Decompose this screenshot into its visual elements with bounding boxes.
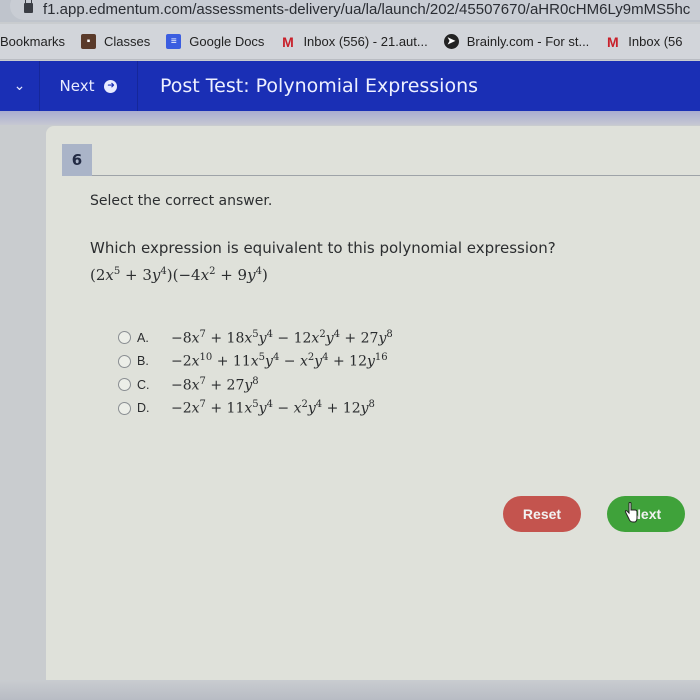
- option-letter: D.: [137, 401, 150, 416]
- option-letter: A.: [137, 330, 149, 345]
- radio-button[interactable]: [118, 354, 131, 368]
- url-text[interactable]: f1.app.edmentum.com/assessments-delivery…: [43, 1, 690, 18]
- screen-bottom-edge: [0, 680, 700, 700]
- bookmark-gmail-inbox[interactable]: M Inbox (556) - 21.aut...: [280, 33, 428, 50]
- radio-button[interactable]: [118, 331, 131, 345]
- menu-toggle-button[interactable]: ⌄: [0, 61, 40, 111]
- option-c[interactable]: C. −8x7 + 27y8: [118, 373, 393, 397]
- option-letter: B.: [137, 354, 149, 369]
- bookmark-google-docs[interactable]: ≡ Google Docs: [166, 34, 264, 49]
- nav-next-label: Next: [59, 77, 95, 95]
- question-panel: 6 Select the correct answer. Which expre…: [46, 126, 700, 700]
- answer-options: A. −8x7 + 18x5y4 − 12x2y4 + 27y8 B. −2x1…: [118, 326, 393, 420]
- bookmarks-bar: Bookmarks ▪ Classes ≡ Google Docs M Inbo…: [0, 24, 700, 60]
- bookmark-brainly[interactable]: ➤ Brainly.com - For st...: [443, 34, 590, 49]
- radio-button[interactable]: [118, 378, 131, 392]
- bookmarks-label[interactable]: Bookmarks: [0, 34, 65, 49]
- lock-icon: [24, 0, 33, 13]
- chevron-down-icon: ⌄: [13, 78, 26, 94]
- reset-button[interactable]: Reset: [503, 496, 581, 532]
- address-bar[interactable]: f1.app.edmentum.com/assessments-delivery…: [10, 0, 700, 20]
- gmail-icon: M: [282, 33, 294, 50]
- nav-next-button[interactable]: Next ➜: [40, 61, 138, 111]
- question-expression: (2x5 + 3y4)(−4x2 + 9y4): [90, 266, 268, 284]
- gmail-icon: M: [606, 33, 619, 50]
- bookmark-label: Inbox (556) - 21.aut...: [303, 34, 428, 49]
- arrow-right-circle-icon: ➜: [104, 79, 118, 93]
- question-header: 6: [62, 144, 700, 176]
- bookmark-label: Brainly.com - For st...: [466, 34, 590, 49]
- option-d[interactable]: D. −2x7 + 11x5y4 − x2y4 + 12y8: [118, 397, 393, 421]
- question-number: 6: [62, 144, 92, 176]
- radio-button[interactable]: [118, 401, 131, 415]
- option-text: −8x7 + 18x5y4 − 12x2y4 + 27y8: [171, 328, 393, 347]
- question-prompt: Which expression is equivalent to this p…: [90, 239, 556, 257]
- question-instruction: Select the correct answer.: [90, 193, 273, 209]
- option-text: −2x10 + 11x5y4 − x2y4 + 12y16: [171, 352, 388, 371]
- classroom-icon: ▪: [81, 34, 97, 49]
- option-letter: C.: [137, 377, 150, 392]
- bookmark-label: Classes: [104, 34, 151, 49]
- navbar-shadow: [0, 111, 700, 125]
- option-text: −2x7 + 11x5y4 − x2y4 + 12y8: [171, 399, 375, 418]
- address-bar-area: f1.app.edmentum.com/assessments-delivery…: [0, 0, 700, 22]
- next-button[interactable]: Next: [607, 496, 685, 532]
- hand-cursor-icon: [624, 502, 638, 523]
- app-navbar: ⌄ Next ➜ Post Test: Polynomial Expressio…: [0, 61, 700, 111]
- brainly-icon: ➤: [443, 34, 459, 49]
- bookmark-classes[interactable]: ▪ Classes: [81, 34, 150, 49]
- option-b[interactable]: B. −2x10 + 11x5y4 − x2y4 + 12y16: [118, 350, 393, 374]
- page-title: Post Test: Polynomial Expressions: [160, 75, 479, 97]
- option-text: −8x7 + 27y8: [171, 375, 259, 394]
- bookmark-label: Inbox (56: [628, 34, 683, 49]
- option-a[interactable]: A. −8x7 + 18x5y4 − 12x2y4 + 27y8: [118, 326, 393, 350]
- bookmark-gmail-inbox-2[interactable]: M Inbox (56: [605, 33, 683, 50]
- bookmark-label: Google Docs: [189, 34, 265, 49]
- google-docs-icon: ≡: [166, 34, 182, 49]
